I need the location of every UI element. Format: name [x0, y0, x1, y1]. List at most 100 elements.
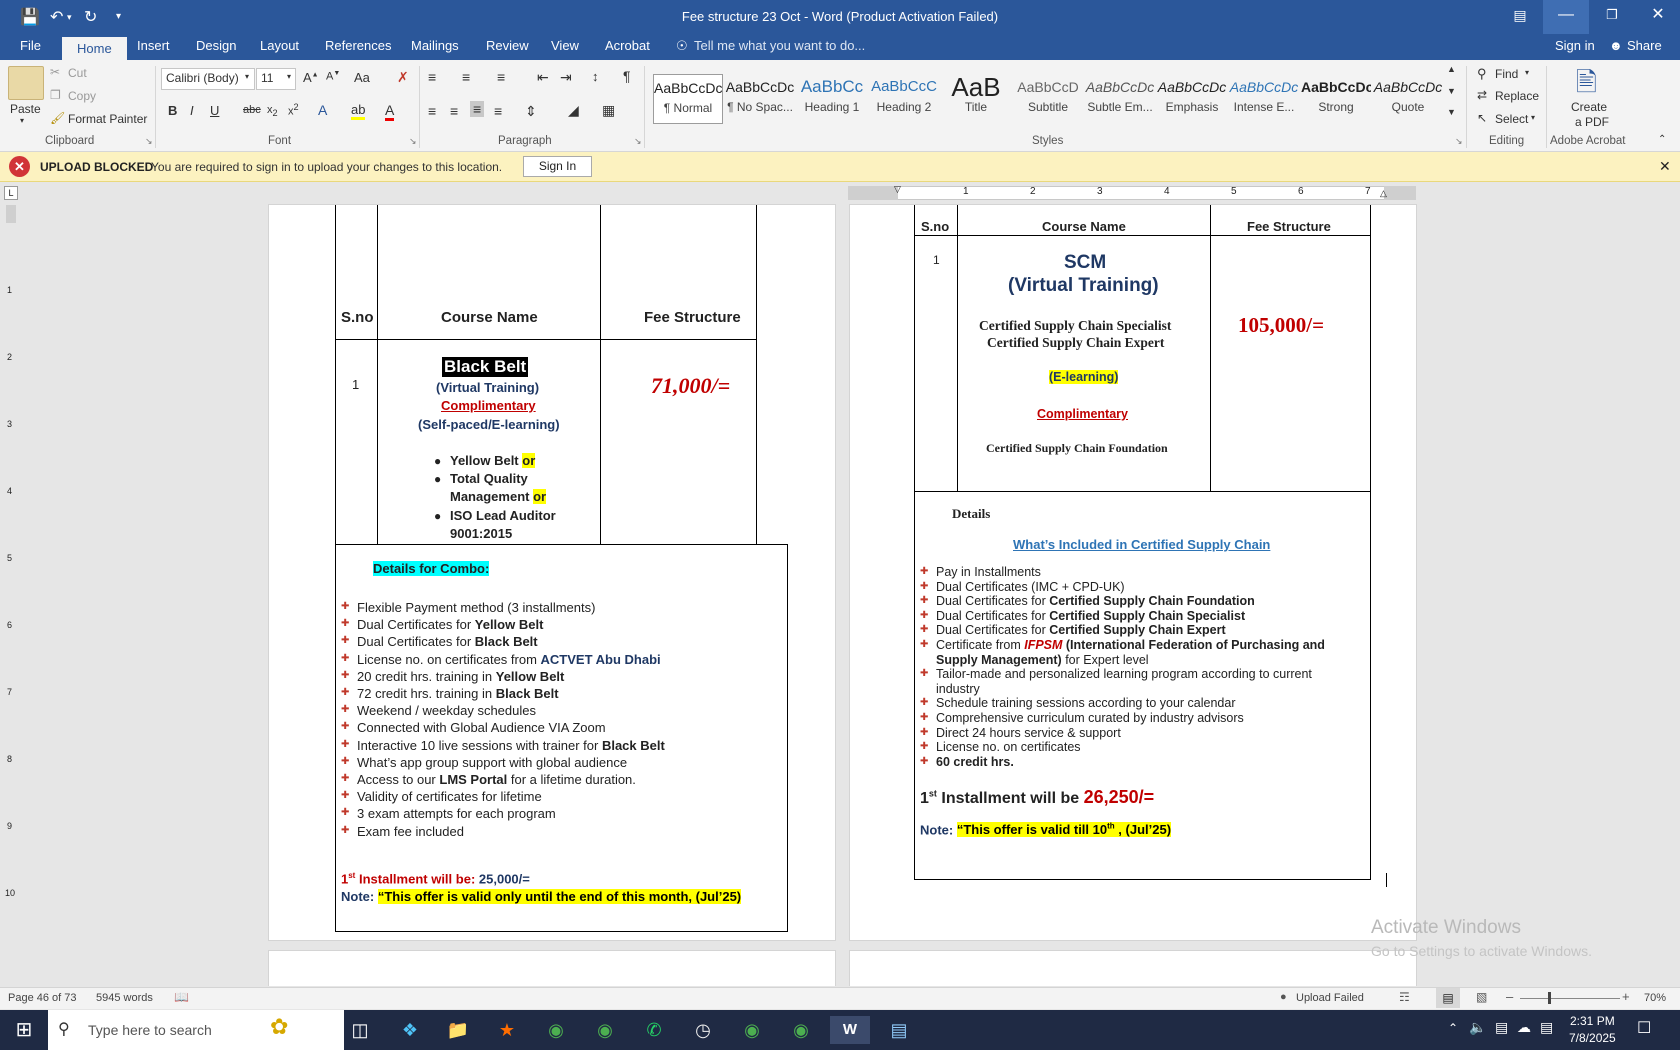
tab-review[interactable]: Review	[486, 38, 529, 53]
paste-button[interactable]: Paste	[10, 102, 41, 116]
tab-mailings[interactable]: Mailings	[411, 38, 459, 53]
find-button[interactable]: Find	[1495, 67, 1518, 81]
select-button[interactable]: Select	[1495, 112, 1528, 126]
paste-dropdown-icon[interactable]: ▾	[20, 116, 24, 125]
web-layout-icon[interactable]: ▧	[1476, 990, 1487, 1004]
proofing-icon[interactable]: 📖	[174, 990, 189, 1004]
style-no-spacing[interactable]: AaBbCcDc ¶ No Spac...	[725, 74, 795, 124]
zoom-out-icon[interactable]: –	[1506, 989, 1513, 1004]
font-size-dropdown-icon[interactable]: ▾	[287, 72, 291, 81]
shading-icon[interactable]: ◢	[568, 102, 579, 119]
zoom-in-icon[interactable]: +	[1622, 989, 1630, 1004]
app-window-icon[interactable]: ▤	[879, 1016, 919, 1044]
ribbon-display-icon[interactable]: ▤	[1497, 0, 1543, 34]
chrome-icon[interactable]: ◉	[732, 1016, 772, 1044]
sign-in-link[interactable]: Sign in	[1555, 38, 1595, 53]
font-name-box[interactable]: Calibri (Body)	[161, 68, 255, 90]
word-count[interactable]: 5945 words	[96, 992, 153, 1004]
borders-icon[interactable]: ▦	[602, 102, 615, 119]
restore-button[interactable]: ❐	[1589, 0, 1635, 34]
text-effects-icon[interactable]: A	[318, 102, 327, 118]
notifications-icon[interactable]: ☐	[1637, 1018, 1651, 1038]
bullets-icon[interactable]: ≡	[428, 69, 436, 85]
styles-more-icon[interactable]: ▼	[1447, 107, 1456, 117]
style-heading-2[interactable]: AaBbCcC Heading 2	[869, 74, 939, 124]
styles-scroll-up-icon[interactable]: ▲	[1447, 64, 1456, 74]
share-button[interactable]: Share	[1627, 38, 1662, 53]
increase-indent-icon[interactable]: ⇥	[560, 69, 572, 86]
file-explorer-icon[interactable]: 📁	[438, 1016, 478, 1044]
read-mode-icon[interactable]: ☶	[1399, 990, 1410, 1004]
chrome-icon[interactable]: ◉	[585, 1016, 625, 1044]
align-right-icon[interactable]: ≡	[470, 101, 485, 117]
collapse-ribbon-icon[interactable]: ⌃	[1658, 134, 1666, 145]
align-center-icon[interactable]: ≡	[450, 103, 458, 119]
tab-home[interactable]: Home	[62, 37, 127, 60]
grow-font-icon[interactable]: A▲	[303, 70, 319, 85]
tab-references[interactable]: References	[325, 38, 391, 53]
align-left-icon[interactable]: ≡	[428, 103, 436, 119]
multilevel-list-icon[interactable]: ≡	[497, 69, 505, 85]
page-right[interactable]: S.no Course Name Fee Structure 1 SCM (Vi…	[849, 204, 1417, 941]
taskbar-search[interactable]: ⚲ Type here to search ✿	[48, 1010, 344, 1050]
clipboard-launcher-icon[interactable]: ↘	[145, 136, 153, 147]
indent-marker-icon[interactable]: ▽	[894, 184, 901, 195]
clock-app-icon[interactable]: ◷	[683, 1016, 723, 1044]
style-strong[interactable]: AaBbCcDc Strong	[1301, 74, 1371, 124]
chrome-icon[interactable]: ◉	[781, 1016, 821, 1044]
format-painter-button[interactable]: Format Painter	[68, 112, 147, 126]
right-indent-icon[interactable]: △	[1380, 188, 1387, 199]
styles-launcher-icon[interactable]: ↘	[1455, 136, 1463, 147]
print-layout-icon[interactable]: ▤	[1436, 988, 1460, 1008]
windows-start-icon[interactable]: ⊞	[4, 1016, 44, 1044]
chrome-icon[interactable]: ◉	[536, 1016, 576, 1044]
close-notification-icon[interactable]: ✕	[1659, 158, 1671, 175]
horizontal-ruler[interactable]	[848, 186, 1416, 200]
style-title[interactable]: AaB Title	[941, 74, 1011, 124]
style-subtitle[interactable]: AaBbCcD Subtitle	[1013, 74, 1083, 124]
clock-date[interactable]: 7/8/2025	[1569, 1031, 1616, 1045]
display-icon[interactable]: ▤	[1540, 1019, 1553, 1036]
clipboard-icon[interactable]	[8, 66, 44, 100]
style-heading-1[interactable]: AaBbCc Heading 1	[797, 74, 867, 124]
sort-icon[interactable]: ↕	[592, 69, 599, 84]
page-count[interactable]: Page 46 of 73	[8, 992, 77, 1004]
subscript-icon[interactable]: x2	[267, 104, 278, 118]
decrease-indent-icon[interactable]: ⇤	[537, 69, 549, 86]
app-icon[interactable]: ★	[487, 1016, 527, 1044]
style-emphasis[interactable]: AaBbCcDc Emphasis	[1157, 74, 1227, 124]
tab-view[interactable]: View	[551, 38, 579, 53]
line-spacing-icon[interactable]: ⇕	[525, 103, 537, 120]
create-pdf-sub-label[interactable]: a PDF	[1575, 115, 1609, 129]
paragraph-launcher-icon[interactable]: ↘	[634, 136, 642, 147]
zoom-slider-thumb[interactable]	[1548, 992, 1551, 1004]
numbering-icon[interactable]: ≡	[462, 69, 470, 85]
styles-scroll-down-icon[interactable]: ▼	[1447, 86, 1456, 96]
tell-me-box[interactable]: Tell me what you want to do...	[694, 38, 865, 53]
strikethrough-icon[interactable]: abc	[243, 104, 261, 116]
highlight-icon[interactable]: ab	[351, 102, 366, 120]
tab-acrobat[interactable]: Acrobat	[605, 38, 650, 53]
tab-selector-icon[interactable]: L	[4, 186, 18, 200]
change-case-icon[interactable]: Aa	[354, 70, 370, 85]
minimize-button[interactable]: —	[1543, 0, 1589, 34]
replace-button[interactable]: Replace	[1495, 89, 1539, 103]
italic-icon[interactable]: I	[190, 103, 194, 118]
copy-button[interactable]: Copy	[68, 89, 96, 103]
font-name-dropdown-icon[interactable]: ▾	[245, 72, 249, 81]
sign-in-button[interactable]: Sign In	[523, 156, 592, 177]
clock-time[interactable]: 2:31 PM	[1570, 1014, 1615, 1028]
show-marks-icon[interactable]: ¶	[623, 68, 631, 84]
style-quote[interactable]: AaBbCcDc Quote	[1373, 74, 1443, 124]
style-normal[interactable]: AaBbCcDc ¶ Normal	[653, 74, 723, 124]
onedrive-icon[interactable]: ☁	[1517, 1019, 1531, 1036]
whatsapp-icon[interactable]: ✆	[634, 1016, 674, 1044]
find-dropdown-icon[interactable]: ▾	[1525, 68, 1529, 77]
network-icon[interactable]: ▤	[1495, 1019, 1508, 1036]
justify-icon[interactable]: ≡	[494, 103, 502, 119]
vertical-ruler[interactable]: 1 2 3 4 5 6 7 8 9 10	[4, 205, 18, 945]
cut-button[interactable]: Cut	[68, 66, 87, 80]
close-button[interactable]: ✕	[1635, 0, 1680, 34]
bold-icon[interactable]: B	[168, 103, 177, 118]
page-left[interactable]: S.no Course Name Fee Structure 1 Black B…	[268, 204, 836, 941]
